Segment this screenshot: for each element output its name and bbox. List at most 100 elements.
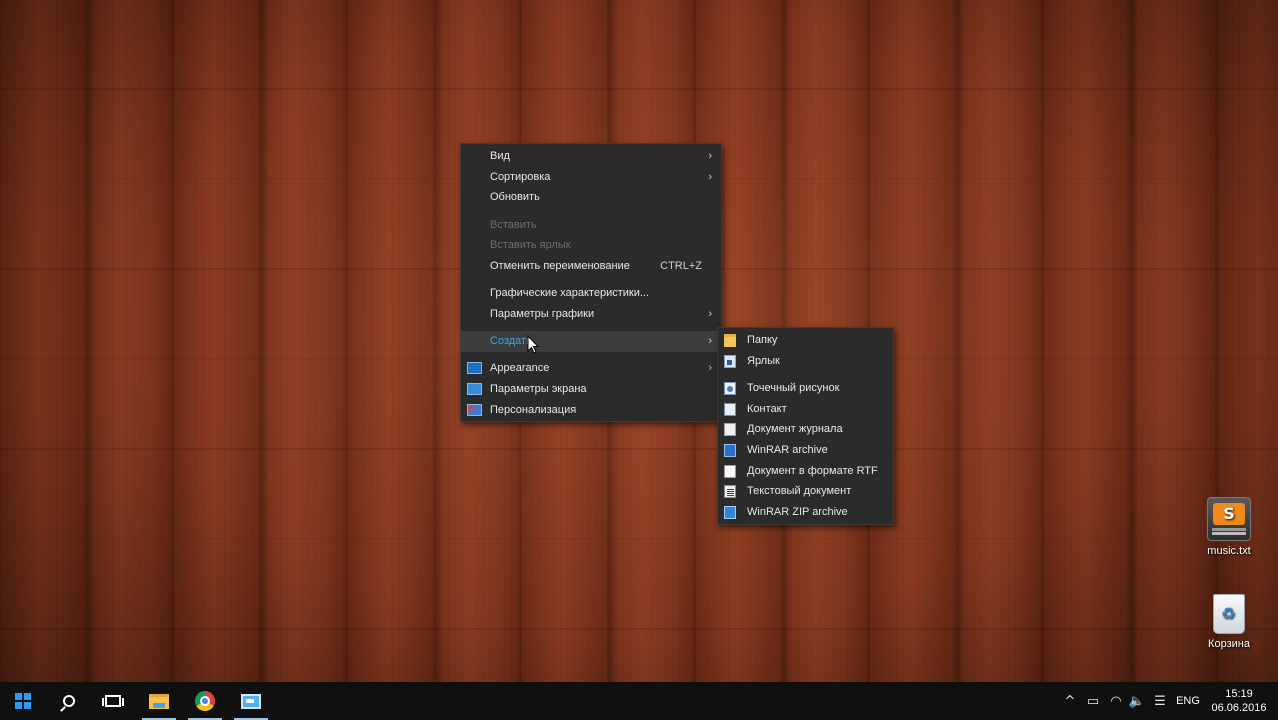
menu-item-paste: Вставить [461,215,721,236]
clock-button[interactable]: 15:19 06.06.2016 [1206,682,1272,720]
task-view-button[interactable] [90,682,136,720]
submenu-item-winrar[interactable]: WinRAR archive [718,440,893,461]
wifi-icon: ◠ [1110,693,1122,709]
menu-item-label: Вставить ярлык [490,239,571,252]
network-button[interactable]: ◠ [1105,682,1127,720]
menu-item-personalization[interactable]: Персонализация [461,400,721,421]
chrome-icon [195,691,215,711]
menu-item-label: Графические характеристики... [490,287,650,300]
submenu-item-bitmap[interactable]: Точечный рисунок [718,378,893,399]
clock: 15:19 06.06.2016 [1211,687,1266,715]
bitmap-icon [724,381,736,395]
sublime-logo-glyph: S [1213,503,1245,525]
submenu-item-label: WinRAR ZIP archive [747,506,848,518]
search-icon [63,695,75,707]
clock-date: 06.06.2016 [1211,702,1267,714]
menu-item-undo-rename[interactable]: Отменить переименование CTRL+Z [461,256,721,277]
battery-icon: ▭ [1086,693,1100,709]
recycle-bin-icon: ♻ [1213,594,1245,634]
search-button[interactable] [46,682,92,720]
menu-item-display-settings[interactable]: Параметры экрана [461,379,721,400]
submenu-item-folder[interactable]: Папку [718,330,893,351]
menu-item-graphics-options[interactable]: Параметры графики › [461,304,721,325]
menu-item-label: Параметры графики [490,307,595,320]
menu-item-label: Параметры экрана [490,382,587,395]
battery-button[interactable]: ▭ [1082,682,1104,720]
rtf-icon [724,464,736,478]
desktop-icon-label: music.txt [1207,545,1251,557]
submenu-item-label: Текстовый документ [747,485,852,498]
language-label: ENG [1176,695,1200,707]
start-button[interactable] [0,682,46,720]
menu-item-view[interactable]: Вид › [461,146,721,167]
shortcut-label: CTRL+Z [660,259,702,272]
recycle-symbol: ♻ [1221,606,1236,623]
taskbar: ^ ▭ ◠ 🔈 ☰ ENG 15:19 06.06.2016 [0,682,1278,720]
chevron-right-icon: › [708,170,712,183]
submenu-item-label: Документ журнала [747,423,843,436]
notification-icon: ☰ [1154,693,1166,709]
volume-button[interactable]: 🔈 [1126,682,1148,720]
menu-item-label: Создать [490,335,532,347]
submenu-item-label: WinRAR archive [747,443,828,456]
menu-item-graphics-properties[interactable]: Графические характеристики... [461,283,721,304]
menu-item-label: Appearance [490,362,550,375]
menu-item-refresh[interactable]: Обновить [461,187,721,208]
submenu-item-rtf[interactable]: Документ в формате RTF [718,461,893,482]
chevron-up-icon: ^ [1064,693,1076,709]
desktop-icon-music-txt[interactable]: S music.txt [1197,497,1261,557]
chevron-right-icon: › [708,335,712,347]
menu-item-label: Персонализация [490,403,577,416]
chevron-right-icon: › [708,150,712,162]
contact-icon [724,402,736,416]
display-settings-icon [467,382,482,395]
submenu-item-label: Документ в формате RTF [747,464,878,477]
volume-icon: 🔈 [1128,693,1146,709]
task-view-icon [102,695,124,707]
menu-item-appearance[interactable]: Appearance › [461,358,721,379]
submenu-item-label: Контакт [747,402,787,415]
desktop-icon-recycle-bin[interactable]: ♻ Корзина [1197,594,1261,650]
folder-icon [724,334,736,347]
display-app-button[interactable] [228,682,274,720]
submenu-item-text-document[interactable]: Текстовый документ [718,481,893,502]
personalization-icon [467,403,482,416]
menu-item-label: Отменить переименование [490,259,630,272]
menu-item-label: Сортировка [490,170,551,183]
action-center-button[interactable]: ☰ [1149,682,1171,720]
journal-icon [724,423,736,437]
menu-item-label: Вид [490,150,510,162]
submenu-item-label: Папку [747,334,778,346]
mouse-cursor-icon [527,335,539,354]
file-explorer-button[interactable] [136,682,182,720]
chevron-right-icon: › [708,307,712,320]
winrar-icon [724,443,736,457]
submenu-item-contact[interactable]: Контакт [718,399,893,420]
submenu-item-journal[interactable]: Документ журнала [718,419,893,440]
submenu-item-label: Точечный рисунок [747,381,840,394]
submenu-item-label: Ярлык [747,354,780,367]
sublime-text-icon: S [1207,497,1251,541]
menu-item-label: Обновить [490,191,540,204]
menu-item-paste-shortcut: Вставить ярлык [461,235,721,256]
desktop-icon-label: Корзина [1208,638,1250,650]
menu-item-sort[interactable]: Сортировка › [461,167,721,188]
text-document-icon [724,485,736,499]
display-app-icon [241,693,261,709]
shortcut-icon [724,354,736,368]
submenu-item-winrar-zip[interactable]: WinRAR ZIP archive [718,502,893,523]
menu-item-label: Вставить [490,218,537,231]
winrar-zip-icon [724,506,736,519]
show-hidden-icons-button[interactable]: ^ [1060,682,1080,720]
language-indicator[interactable]: ENG [1172,682,1204,720]
clock-time: 15:19 [1225,688,1253,700]
chrome-button[interactable] [182,682,228,720]
chevron-right-icon: › [708,362,712,375]
menu-item-new[interactable]: Создать › [461,331,721,352]
desktop-context-menu: Вид › Сортировка › Обновить Вставить Вст… [460,143,722,422]
windows-logo-icon [15,693,31,709]
new-submenu: Папку Ярлык Точечный рисунок Контакт Док… [717,327,894,525]
file-explorer-icon [149,693,169,709]
monitor-icon [467,362,482,375]
submenu-item-shortcut[interactable]: Ярлык [718,351,893,372]
